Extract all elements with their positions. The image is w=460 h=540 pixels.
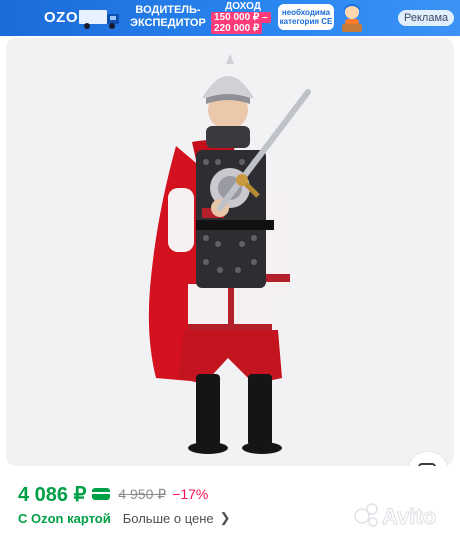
ozon-card-label: С Ozon картой (18, 510, 111, 526)
svg-text:Avito: Avito (382, 504, 436, 529)
price-row: 4 086 ₽ 4 950 ₽ −17% (18, 482, 208, 506)
mascot-icon (342, 4, 362, 32)
ad-headline: ВОДИТЕЛЬ-ЭКСПЕДИТОР (130, 4, 206, 29)
product-image-card[interactable] (6, 38, 454, 466)
discount-badge: −17% (172, 486, 209, 502)
avito-logo: Avito (354, 503, 437, 530)
ad-income-from: 150 000 ₽ – (211, 12, 271, 23)
ozon-card-icon (92, 488, 111, 500)
ad-banner[interactable]: OZON ВОДИТЕЛЬ-ЭКСПЕДИТОР ДОХОД 150 000 ₽… (0, 0, 460, 36)
ad-tag[interactable]: Реклама (398, 10, 455, 26)
ad-income-label: ДОХОД (225, 1, 261, 12)
more-about-price-link[interactable]: Больше о цене (123, 511, 214, 526)
product-photo (148, 54, 311, 454)
zoom-image-icon (418, 463, 436, 466)
offer-row: С Ozon картой Больше о цене ❯ (18, 509, 231, 527)
chevron-right-icon[interactable]: ❯ (220, 510, 231, 526)
old-price: 4 950 ₽ (118, 485, 167, 502)
truck-icon (79, 10, 119, 29)
current-price: 4 086 ₽ (18, 483, 87, 506)
ad-income-to: 220 000 ₽ (211, 23, 263, 34)
ad-category-note: необходима категория CE (278, 4, 334, 30)
